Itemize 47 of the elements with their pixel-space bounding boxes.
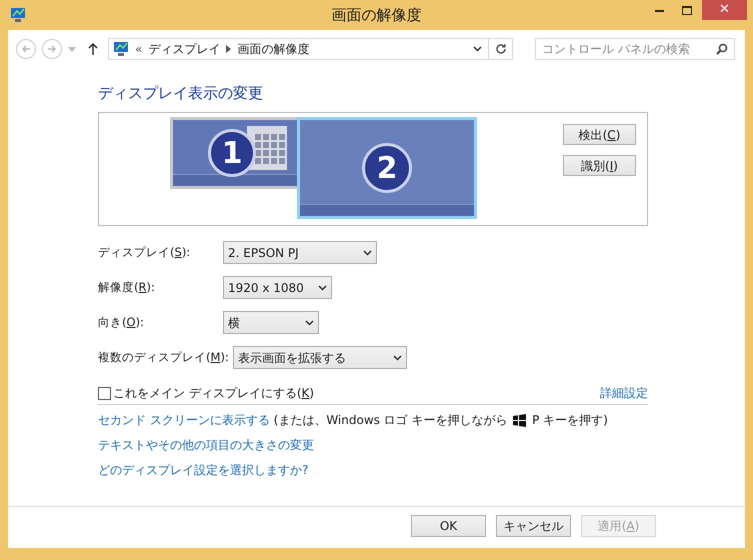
monitor-drawing[interactable]: 1 bbox=[170, 117, 300, 189]
window-title: 画面の解像度 bbox=[332, 4, 422, 26]
chevron-icon bbox=[305, 320, 314, 326]
setting-label: ディスプレイ(S): bbox=[98, 244, 192, 261]
setting-dropdown[interactable]: 表示画面を拡張する bbox=[232, 346, 407, 369]
setting-dropdown[interactable]: 2. EPSON PJ bbox=[223, 241, 377, 264]
search-icon bbox=[716, 43, 728, 55]
second-screen-link[interactable]: セカンド スクリーンに表示する bbox=[98, 411, 270, 429]
help-link[interactable]: テキストやその他の項目の大きさの変更 bbox=[98, 436, 314, 453]
chevron-icon bbox=[392, 354, 402, 360]
setting-dropdown[interactable]: 横 bbox=[223, 311, 319, 334]
advanced-settings-link[interactable]: 詳細設定 bbox=[600, 384, 648, 402]
monitor-drawing[interactable]: 2 bbox=[297, 117, 477, 219]
setting-label: 向き(O): bbox=[98, 314, 145, 331]
overflow-chevron[interactable]: « bbox=[135, 40, 142, 58]
monitor-icon bbox=[10, 7, 26, 23]
chevron-icon bbox=[473, 46, 482, 52]
minimize-icon bbox=[655, 8, 664, 12]
monitor-icon bbox=[113, 41, 129, 57]
setting-label: 解像度(R): bbox=[98, 278, 156, 296]
second-screen-sentence: セカンド スクリーンに表示する (または、Windows ロゴ キーを押しながら P キーを押す) bbox=[98, 412, 609, 428]
main-display-checkbox[interactable] bbox=[98, 386, 111, 400]
forward-arrow-icon bbox=[47, 44, 57, 54]
maximize-icon bbox=[682, 6, 692, 14]
setting-dropdown[interactable]: 1920 x 1080 bbox=[223, 276, 332, 299]
refresh-icon bbox=[494, 43, 506, 55]
chevron-icon bbox=[363, 250, 372, 256]
help-link[interactable]: どのディスプレイ設定を選択しますか? bbox=[98, 461, 308, 478]
monitor-number: 2 bbox=[362, 143, 412, 193]
preview-button[interactable]: 識別(I) bbox=[563, 155, 636, 176]
preview-button[interactable]: 検出(C) bbox=[563, 124, 636, 145]
windows-logo-icon bbox=[513, 414, 526, 426]
monitor-number: 1 bbox=[208, 129, 256, 177]
breadcrumb-arrow-icon bbox=[226, 45, 232, 53]
dialog-button[interactable]: キャンセル bbox=[496, 514, 571, 536]
search-field[interactable]: コントロール パネルの検索 bbox=[535, 38, 735, 60]
breadcrumb[interactable]: 画面の解像度 bbox=[237, 40, 310, 58]
setting-label: 複数のディスプレイ(M): bbox=[98, 348, 230, 366]
address-bar[interactable]: « ディスプレイ 画面の解像度 bbox=[108, 38, 513, 60]
page-heading: ディスプレイ表示の変更 bbox=[98, 83, 264, 104]
dialog-button[interactable]: OK bbox=[411, 514, 486, 536]
chevron-icon bbox=[318, 284, 327, 290]
close-button[interactable]: ✕ bbox=[702, 0, 747, 20]
breadcrumb[interactable]: ディスプレイ bbox=[148, 40, 220, 58]
back-arrow-icon bbox=[21, 44, 31, 54]
up-arrow-icon[interactable] bbox=[88, 43, 98, 55]
checkbox-label[interactable]: これをメイン ディスプレイにする(K) bbox=[113, 384, 314, 402]
